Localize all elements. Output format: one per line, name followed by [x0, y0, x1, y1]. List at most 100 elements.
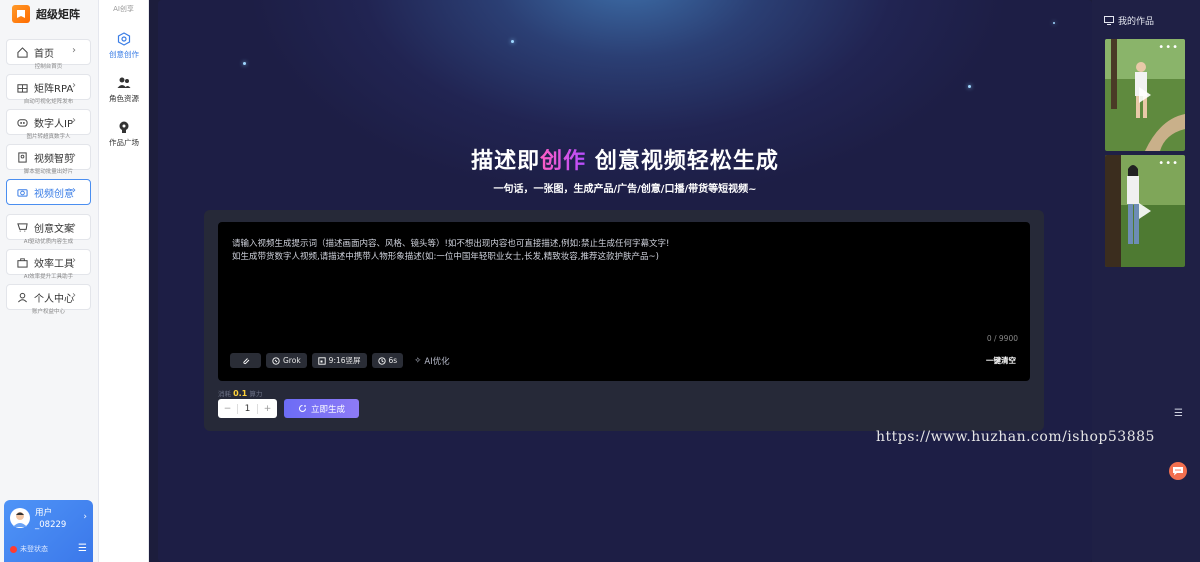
- gallery-icon: [119, 121, 129, 133]
- generate-icon: [299, 405, 306, 412]
- copywriting-icon: [17, 223, 28, 232]
- star-decoration: [968, 85, 971, 88]
- sidebar-item-sub: AI效率提升工具助手: [23, 274, 74, 280]
- user-status: 未登状态: [10, 544, 48, 554]
- video-edit-icon: [18, 152, 27, 163]
- cost-label: 消耗: [218, 390, 231, 398]
- brand-logo-icon: [12, 5, 30, 23]
- work-thumbnail[interactable]: •••: [1105, 155, 1185, 267]
- sidebar-item-sub: AI驱动优质内容生成: [23, 239, 74, 245]
- avatar: [10, 508, 30, 528]
- hero-title-highlight: 创作: [540, 149, 587, 174]
- attach-button[interactable]: [230, 353, 261, 368]
- sidebar-item-label: 首页: [34, 49, 54, 60]
- user-status-text: 未登状态: [20, 545, 48, 553]
- chevron-right-icon: ›: [72, 45, 76, 56]
- duration-select[interactable]: 6s: [371, 353, 404, 368]
- sparkle-icon: ✧: [414, 355, 422, 366]
- model-select[interactable]: Grok: [266, 353, 307, 368]
- model-label: Grok: [283, 356, 301, 365]
- hero-title-b: 创意视频轻松生成: [586, 149, 779, 174]
- subnav-item-create[interactable]: 创意创作: [99, 32, 149, 60]
- sidebar-item-label: 创意文案: [34, 224, 74, 235]
- sidebar-item-profile[interactable]: 个人中心 › 账户权益中心: [6, 284, 91, 315]
- sidebar-item-label: 矩阵RPA: [34, 84, 74, 95]
- duration-label: 6s: [388, 356, 398, 365]
- sidebar-item-sub: 自动可视化矩阵发布: [23, 99, 74, 105]
- play-icon[interactable]: [1139, 203, 1151, 219]
- chat-button[interactable]: [1169, 462, 1187, 480]
- sidebar-item-label: 个人中心: [34, 294, 74, 305]
- char-count: 0 / 9900: [986, 334, 1018, 343]
- quantity-stepper: − 1 +: [218, 399, 277, 418]
- chevron-right-icon[interactable]: ›: [83, 512, 87, 522]
- decrement-button[interactable]: −: [218, 403, 238, 414]
- brand[interactable]: 超级矩阵: [12, 4, 80, 24]
- brand-name: 超级矩阵: [36, 8, 80, 21]
- ratio-select[interactable]: 9:16竖屏: [311, 353, 367, 368]
- chevron-right-icon: ›: [72, 255, 76, 266]
- hero-subtitle: 一句话，一张图，生成产品/广告/创意/口播/带货等短视频~: [493, 184, 757, 195]
- star-decoration: [511, 40, 514, 43]
- generator-panel: 请输入视频生成提示词（描述画面内容、风格、镜头等）!如不想出现内容也可直接描述,…: [204, 210, 1044, 431]
- sidebar-item-video-creative[interactable]: 视频创意 ›: [6, 179, 91, 205]
- sidebar-item-home[interactable]: 首页 › 控制台首页: [6, 39, 91, 70]
- home-icon: [17, 47, 28, 58]
- paperclip-icon: [242, 357, 249, 364]
- increment-button[interactable]: +: [257, 403, 277, 414]
- sidebar-item-copywriting[interactable]: 创意文案 › AI驱动优质内容生成: [6, 214, 91, 245]
- hero-title: 描述即创作 创意视频轻松生成: [158, 143, 1092, 175]
- quantity-value[interactable]: 1: [238, 404, 257, 414]
- sidebar-item-digital-human[interactable]: 数字人IP › 图片转超真数字人: [6, 109, 91, 140]
- chevron-right-icon: ›: [72, 115, 76, 126]
- chevron-right-icon: ›: [72, 185, 76, 196]
- subnav-item-gallery[interactable]: 作品广场: [99, 120, 149, 148]
- user-card[interactable]: 用户_08229 › 未登状态 ☰: [4, 500, 93, 562]
- subnav-item-label: 创意创作: [109, 50, 139, 59]
- subnav-header: AI创享: [113, 5, 134, 13]
- cost-info: 消耗 0.1 算力: [218, 388, 262, 398]
- ratio-label: 9:16竖屏: [328, 356, 361, 365]
- user-name: 用户_08229: [35, 508, 67, 530]
- aspect-ratio-icon: [318, 356, 326, 365]
- generate-button[interactable]: 立即生成: [284, 399, 359, 418]
- sidebar-item-label: 效率工具: [34, 259, 74, 270]
- chat-icon: [1173, 467, 1183, 476]
- more-options-icon[interactable]: •••: [1158, 42, 1179, 53]
- prompt-placeholder: 请输入视频生成提示词（描述画面内容、风格、镜头等）!如不想出现内容也可直接描述,…: [232, 239, 670, 262]
- create-icon: [117, 32, 131, 46]
- ai-optimize-label: AI优化: [424, 356, 450, 367]
- more-options-icon[interactable]: •••: [1158, 158, 1179, 169]
- chevron-right-icon: ›: [72, 220, 76, 231]
- play-icon[interactable]: [1139, 87, 1151, 103]
- sidebar-item-video-edit[interactable]: 视频智剪 › 脚本驱动批量出好片: [6, 144, 91, 175]
- subnav-item-label: 角色资源: [109, 94, 139, 103]
- clear-button[interactable]: 一键清空: [986, 355, 1016, 366]
- works-title: 我的作品: [1118, 17, 1155, 27]
- roles-icon: [117, 77, 131, 88]
- sidebar: 超级矩阵 首页 › 控制台首页 矩阵RPA › 自动可视化矩阵发布 数字人IP …: [0, 0, 99, 562]
- works-header: 我的作品: [1104, 14, 1154, 27]
- sidebar-item-sub: 控制台首页: [34, 64, 63, 70]
- side-menu-icon[interactable]: ☰: [1174, 408, 1183, 419]
- monitor-icon: [1104, 16, 1114, 25]
- subnav-item-roles[interactable]: 角色资源: [99, 76, 149, 104]
- sidebar-item-label: 数字人IP: [34, 119, 73, 130]
- sidebar-item-label: 视频智剪: [34, 154, 74, 165]
- hero-title-a: 描述即: [471, 149, 541, 174]
- prompt-input[interactable]: 请输入视频生成提示词（描述画面内容、风格、镜头等）!如不想出现内容也可直接描述,…: [218, 222, 1030, 381]
- sidebar-item-tools[interactable]: 效率工具 › AI效率提升工具助手: [6, 249, 91, 280]
- toolbox-icon: [17, 258, 28, 268]
- prompt-toolbar: Grok 9:16竖屏 6s ✧ AI优化: [230, 353, 450, 368]
- work-thumbnail[interactable]: •••: [1105, 39, 1185, 151]
- generate-label: 立即生成: [310, 404, 345, 415]
- ai-optimize-button[interactable]: ✧ AI优化: [414, 353, 449, 368]
- sidebar-item-sub: 账户权益中心: [31, 309, 65, 315]
- star-decoration: [1053, 22, 1055, 24]
- chevron-right-icon: ›: [72, 150, 76, 161]
- star-decoration: [243, 62, 246, 65]
- sidebar-item-rpa[interactable]: 矩阵RPA › 自动可视化矩阵发布: [6, 74, 91, 105]
- cost-value: 0.1: [233, 389, 248, 398]
- menu-icon[interactable]: ☰: [78, 543, 87, 554]
- user-icon: [18, 292, 27, 303]
